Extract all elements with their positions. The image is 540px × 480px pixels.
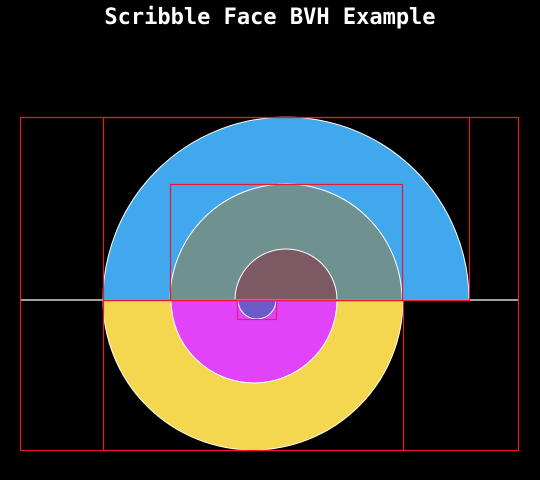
bvh-example-window: Scribble Face BVH Example xyxy=(0,0,540,480)
face-layer xyxy=(102,116,470,451)
scribble-face-canvas xyxy=(19,116,520,452)
